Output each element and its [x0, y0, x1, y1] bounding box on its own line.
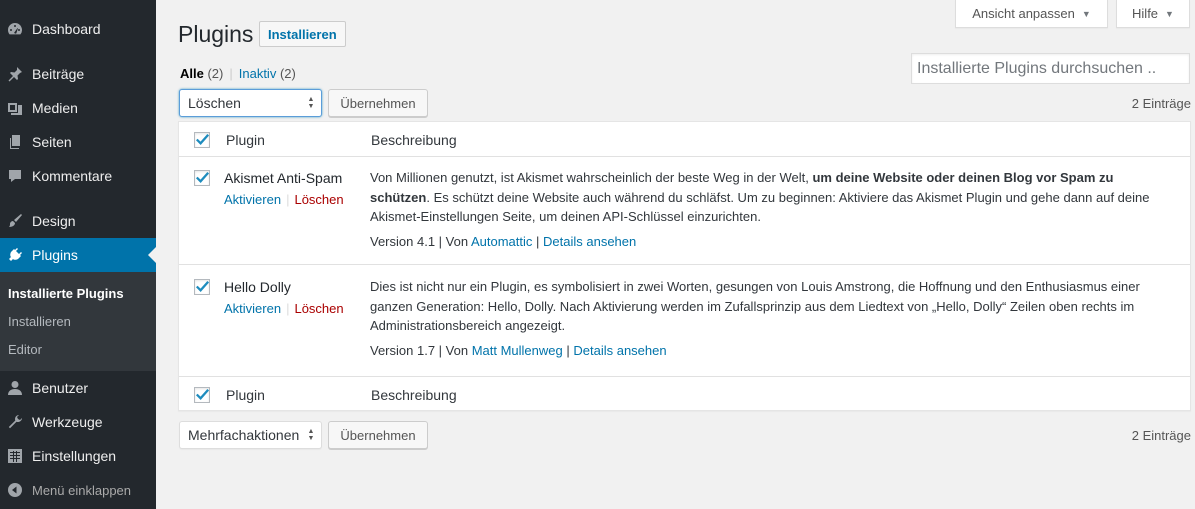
wrench-icon — [7, 414, 23, 430]
submenu-item-add-new[interactable]: Installieren — [8, 314, 71, 329]
column-header-plugin[interactable]: Plugin — [226, 132, 265, 148]
plugins-submenu: Installierte Plugins Installieren Editor — [0, 272, 156, 371]
bulk-action-select-bottom[interactable]: Mehrfachaktionen ▲ ▼ — [179, 421, 322, 449]
plugin-version: Version 4.1 — [370, 234, 436, 249]
row-checkbox[interactable] — [194, 170, 210, 186]
bulk-action-select-top[interactable]: Löschen ▲ ▼ — [179, 89, 322, 117]
sidebar-item-dashboard[interactable]: Dashboard — [0, 12, 156, 46]
sidebar-item-tools[interactable]: Werkzeuge — [0, 405, 156, 439]
search-plugins-input[interactable] — [911, 53, 1190, 84]
column-footer-description: Beschreibung — [371, 387, 457, 403]
sidebar-item-media[interactable]: Medien — [0, 91, 156, 125]
table-footer: Plugin Beschreibung — [179, 376, 1190, 411]
filter-separator: | — [229, 66, 233, 81]
author-link[interactable]: Matt Mullenweg — [472, 343, 563, 358]
action-separator: | — [286, 192, 290, 207]
apply-bulk-button-bottom[interactable]: Übernehmen — [328, 421, 428, 449]
table-row: Hello Dolly Aktivieren | Löschen Dies ist … — [179, 266, 1190, 376]
paintbrush-icon — [7, 213, 23, 229]
activate-link[interactable]: Aktivieren — [224, 301, 281, 316]
screen-options-label: Ansicht anpassen — [972, 6, 1075, 21]
admin-sidebar: Dashboard Beiträge Medien Seiten Komment… — [0, 0, 156, 509]
sidebar-item-label: Kommentare — [32, 168, 113, 184]
plugin-meta: Version 4.1 | Von Automattic | Details a… — [370, 234, 637, 249]
apply-bulk-button-top[interactable]: Übernehmen — [328, 89, 428, 117]
add-new-plugin-button[interactable]: Installieren — [259, 21, 346, 47]
settings-icon — [7, 448, 23, 464]
collapse-menu-button[interactable]: Menü einklappen — [0, 473, 156, 507]
plugins-table: Plugin Beschreibung Akismet Anti-Spam Ak… — [178, 121, 1191, 411]
row-checkbox[interactable] — [194, 279, 210, 295]
select-arrows-icon: ▲ ▼ — [307, 428, 315, 442]
row-actions: Aktivieren | Löschen — [224, 301, 344, 316]
caret-down-icon: ▼ — [1165, 8, 1174, 19]
pages-icon — [7, 134, 23, 150]
submenu-item-editor[interactable]: Editor — [8, 342, 42, 357]
page-title: Plugins — [178, 21, 254, 47]
sidebar-item-settings[interactable]: Einstellungen — [0, 439, 156, 473]
sidebar-item-label: Dashboard — [32, 21, 101, 37]
plugin-meta: Version 1.7 | Von Matt Mullenweg | Detai… — [370, 343, 667, 358]
comment-icon — [7, 168, 23, 184]
items-count-bottom: 2 Einträge — [1131, 428, 1191, 443]
plugin-description: Von Millionen genutzt, ist Akismet wahrs… — [370, 170, 1150, 224]
sidebar-item-posts[interactable]: Beiträge — [0, 57, 156, 91]
sidebar-item-label: Einstellungen — [32, 448, 117, 464]
sidebar-item-design[interactable]: Design — [0, 204, 156, 238]
plugin-version: Version 1.7 — [370, 343, 436, 358]
sidebar-item-label: Design — [32, 213, 76, 229]
plugin-icon — [7, 247, 23, 263]
help-toggle[interactable]: Hilfe ▼ — [1116, 0, 1190, 28]
delete-link[interactable]: Löschen — [294, 192, 343, 207]
pin-icon — [7, 66, 23, 82]
submenu-item-installed-plugins[interactable]: Installierte Plugins — [8, 286, 124, 301]
checkmark-icon — [195, 171, 210, 183]
sidebar-item-label: Seiten — [32, 134, 72, 150]
collapse-menu-label: Menü einklappen — [32, 482, 132, 498]
plugin-name: Hello Dolly — [224, 279, 291, 295]
filter-all[interactable]: Alle (2) — [180, 66, 223, 81]
filter-inactive[interactable]: Inaktiv (2) — [239, 66, 296, 81]
checkmark-icon — [195, 388, 210, 400]
checkmark-icon — [195, 280, 210, 292]
sidebar-item-label: Benutzer — [32, 380, 89, 396]
bulk-action-selected: Mehrfachaktionen — [188, 427, 300, 443]
screen-options-toggle[interactable]: Ansicht anpassen ▼ — [955, 0, 1108, 28]
row-actions: Aktivieren | Löschen — [224, 192, 344, 207]
sidebar-item-pages[interactable]: Seiten — [0, 125, 156, 159]
table-row: Akismet Anti-Spam Aktivieren | Löschen Von… — [179, 157, 1190, 265]
checkmark-icon — [195, 133, 210, 145]
column-footer-plugin[interactable]: Plugin — [226, 387, 265, 403]
details-link[interactable]: Details ansehen — [573, 343, 666, 358]
select-all-checkbox[interactable] — [194, 132, 210, 148]
sidebar-item-comments[interactable]: Kommentare — [0, 159, 156, 193]
details-link[interactable]: Details ansehen — [543, 234, 636, 249]
media-icon — [7, 100, 23, 116]
sidebar-item-label: Beiträge — [32, 66, 85, 82]
select-arrows-icon: ▲ ▼ — [307, 96, 315, 110]
delete-link[interactable]: Löschen — [294, 301, 343, 316]
sidebar-item-label: Werkzeuge — [32, 414, 103, 430]
sidebar-item-label: Plugins — [32, 247, 78, 263]
table-header: Plugin Beschreibung — [179, 122, 1190, 157]
caret-down-icon: ▼ — [1081, 8, 1091, 19]
bulk-action-selected: Löschen — [188, 95, 241, 111]
activate-link[interactable]: Aktivieren — [224, 192, 281, 207]
author-link[interactable]: Automattic — [471, 234, 532, 249]
plugin-status-filters: Alle (2) | Inaktiv (2) — [180, 66, 296, 81]
column-header-description: Beschreibung — [371, 132, 457, 148]
sidebar-item-users[interactable]: Benutzer — [0, 371, 156, 405]
plugin-description: Dies ist nicht nur ein Plugin, es symbol… — [370, 279, 1140, 333]
help-label: Hilfe — [1132, 6, 1159, 21]
items-count-top: 2 Einträge — [1131, 96, 1191, 111]
user-icon — [7, 380, 23, 396]
dashboard-icon — [7, 21, 23, 37]
sidebar-item-plugins[interactable]: Plugins — [0, 238, 156, 272]
plugin-name: Akismet Anti-Spam — [224, 170, 343, 186]
collapse-arrow-icon — [7, 482, 23, 498]
select-all-checkbox-footer[interactable] — [194, 387, 210, 403]
action-separator: | — [286, 301, 290, 316]
sidebar-item-label: Medien — [32, 100, 78, 116]
